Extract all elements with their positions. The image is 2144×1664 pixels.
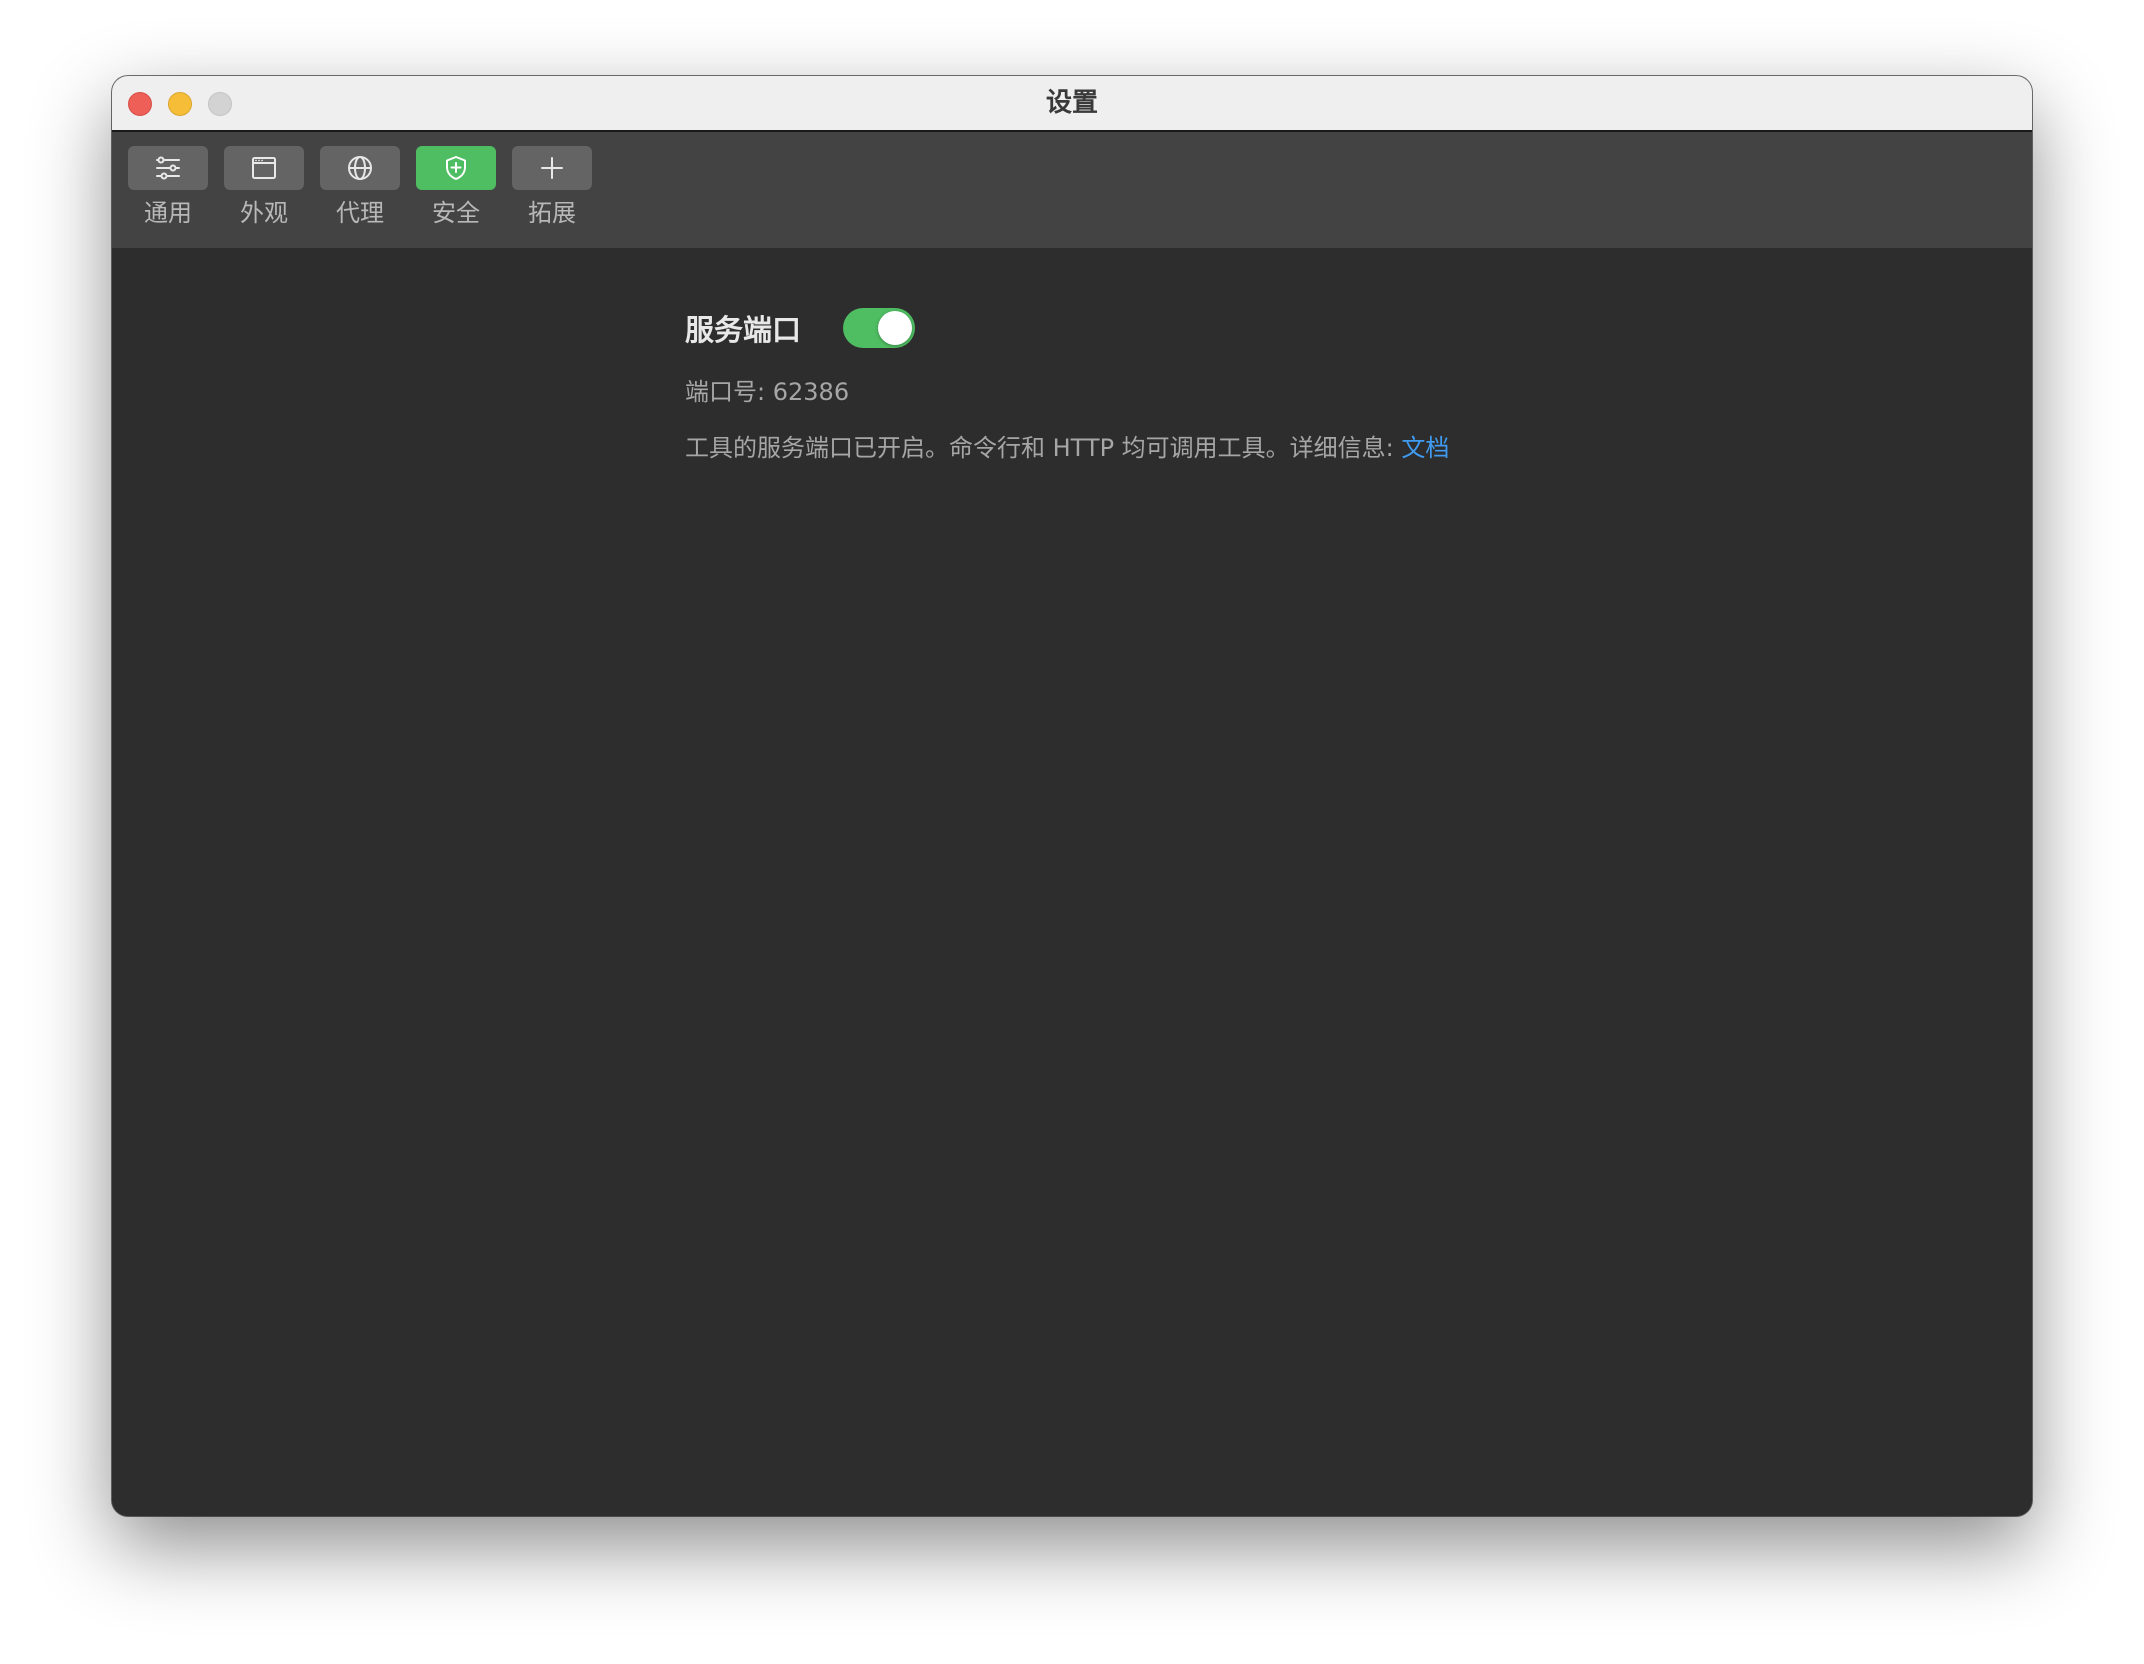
port-number-line: 端口号: 62386 [685, 372, 849, 407]
description-text: 工具的服务端口已开启。命令行和 HTTP 均可调用工具。详细信息: [685, 434, 1394, 462]
port-label: 端口号: [685, 378, 766, 406]
window-title: 设置 [1045, 88, 1098, 118]
service-description: 工具的服务端口已开启。命令行和 HTTP 均可调用工具。详细信息: 文档 [685, 428, 1449, 463]
sliders-icon [156, 156, 180, 180]
tab-extensions[interactable]: 拓展 [512, 146, 592, 240]
tab-extensions-button[interactable] [512, 146, 592, 190]
settings-content: 服务端口 端口号: 62386 工具的服务端口已开启。命令行和 HTTP 均可调… [112, 248, 2032, 1516]
service-port-row: 服务端口 [685, 306, 916, 350]
window-icon [252, 157, 276, 179]
service-port-title: 服务端口 [685, 313, 802, 347]
settings-window: 设置 通用 外观 代理 安全 拓展 服务端口 端口号: 62386 工具的服务端… [112, 76, 2032, 1516]
toolbar: 通用 外观 代理 安全 拓展 [112, 132, 2032, 248]
toggle-knob [878, 311, 913, 345]
tab-general[interactable]: 通用 [128, 146, 208, 240]
plus-icon [541, 157, 563, 179]
port-value: 62386 [772, 378, 850, 406]
tab-security[interactable]: 安全 [416, 146, 496, 240]
tab-extensions-label: 拓展 [528, 199, 576, 227]
tab-appearance-button[interactable] [224, 146, 304, 190]
tab-security-button[interactable] [416, 146, 496, 190]
shield-plus-icon [446, 156, 466, 180]
titlebar: 设置 [112, 76, 2032, 132]
tab-proxy-label: 代理 [336, 199, 384, 227]
globe-icon [348, 156, 372, 180]
tab-appearance-label: 外观 [240, 199, 288, 227]
tab-proxy-button[interactable] [320, 146, 400, 190]
documentation-link[interactable]: 文档 [1401, 434, 1449, 462]
tab-general-button[interactable] [128, 146, 208, 190]
tab-proxy[interactable]: 代理 [320, 146, 400, 240]
tab-security-label: 安全 [432, 199, 480, 227]
tab-general-label: 通用 [144, 199, 192, 227]
tab-appearance[interactable]: 外观 [224, 146, 304, 240]
service-port-toggle[interactable] [843, 308, 916, 348]
